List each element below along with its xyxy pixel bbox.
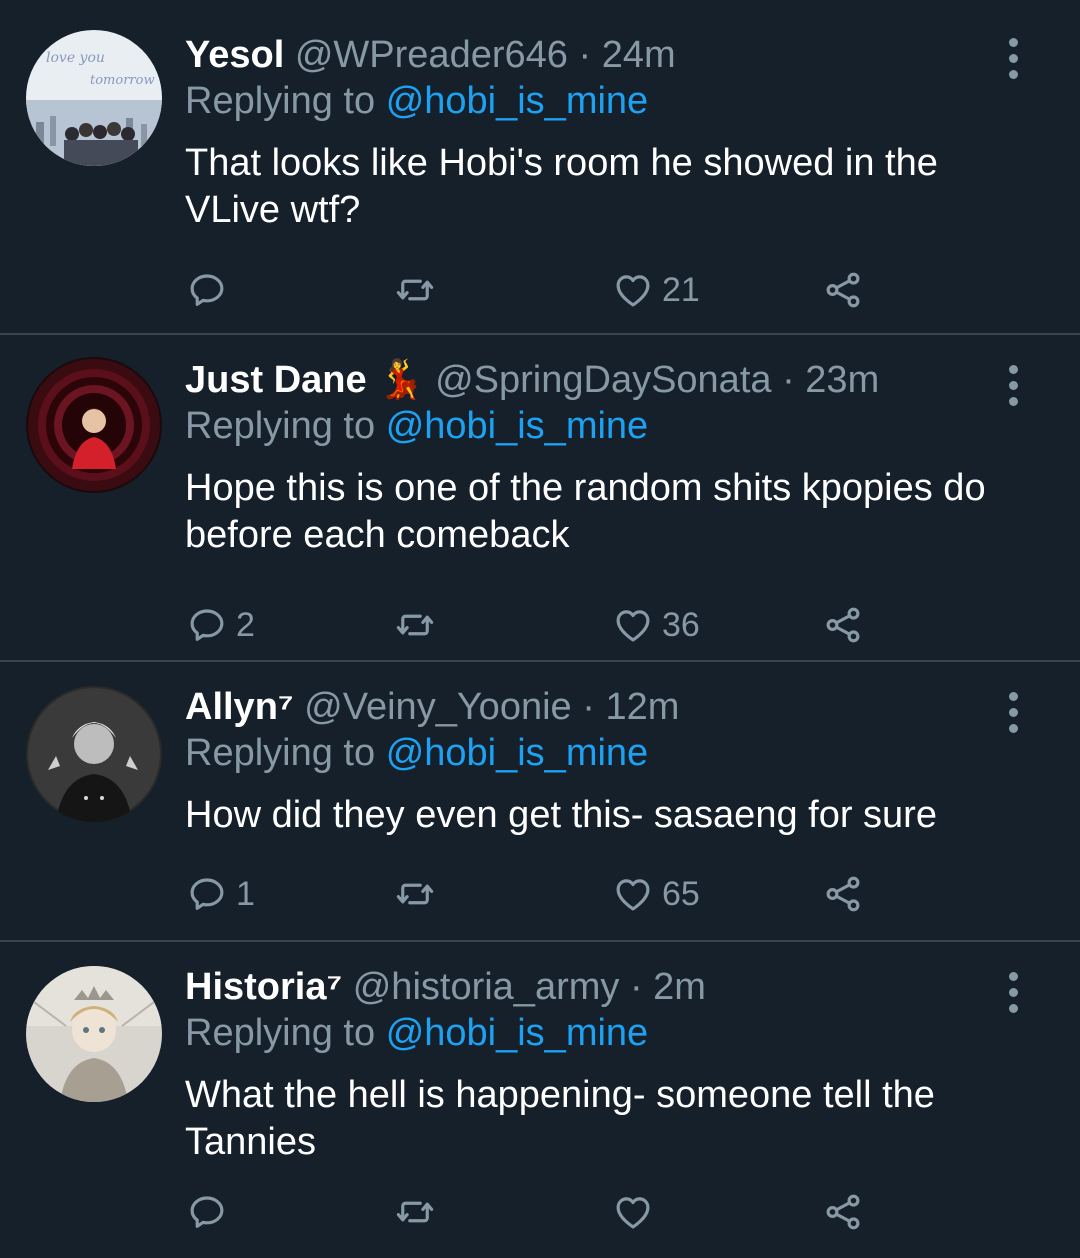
heart-icon [616, 610, 650, 642]
tweet-text: What the hell is happening- someone tell… [185, 1074, 935, 1163]
like-button[interactable]: 36 [612, 603, 700, 647]
tweet-header: Historia⁷ @historia_army · 2m [185, 964, 1010, 1010]
replying-to: Replying to @hobi_is_mine [185, 1010, 1010, 1056]
separator: · [578, 34, 592, 76]
share-button[interactable] [822, 872, 864, 916]
replying-to: Replying to @hobi_is_mine [185, 403, 1010, 449]
mention-link[interactable]: @hobi_is_mine [386, 732, 649, 774]
share-button[interactable] [822, 603, 864, 647]
mention-link[interactable]: @hobi_is_mine [386, 80, 649, 122]
more-vertical-icon[interactable] [1006, 365, 1020, 406]
reply-icon [190, 609, 224, 641]
retweet-icon [396, 883, 434, 905]
more-vertical-icon[interactable] [1006, 692, 1020, 733]
share-icon [826, 607, 860, 643]
tweet-body: Just Dane 💃 @SpringDaySonata · 23m Reply… [185, 357, 1010, 559]
display-name[interactable]: Yesol [185, 34, 284, 76]
display-name[interactable]: Just Dane [185, 359, 367, 401]
tweet-allyn[interactable]: Allyn⁷ @Veiny_Yoonie · 12m Replying to @… [0, 662, 1080, 942]
replying-to: Replying to @hobi_is_mine [185, 78, 1010, 124]
name-emoji: 💃 [377, 359, 425, 401]
mention-link[interactable]: @hobi_is_mine [386, 405, 649, 447]
timestamp[interactable]: 2m [653, 966, 706, 1008]
share-icon [826, 876, 860, 912]
reply-button[interactable] [186, 268, 236, 312]
avatar-text-top: love you [46, 50, 105, 66]
tweet-text: Hope this is one of the random shits kpo… [185, 467, 986, 556]
tweet-header: Allyn⁷ @Veiny_Yoonie · 12m [185, 684, 1010, 730]
replying-to-label: Replying to [185, 80, 376, 122]
tweet-text: That looks like Hobi's room he showed in… [185, 142, 938, 231]
reply-icon [190, 878, 224, 910]
like-count: 65 [662, 874, 700, 913]
reply-button[interactable]: 2 [186, 603, 255, 647]
like-count: 36 [662, 605, 700, 644]
share-icon [826, 1194, 860, 1230]
share-button[interactable] [822, 268, 864, 312]
replying-to-label: Replying to [185, 732, 376, 774]
mention-link[interactable]: @hobi_is_mine [386, 1012, 649, 1054]
reply-count: 1 [236, 874, 255, 913]
retweet-button[interactable] [394, 603, 436, 647]
like-button[interactable]: 21 [612, 268, 700, 312]
separator: · [629, 966, 643, 1008]
heart-icon [616, 275, 650, 307]
user-handle[interactable]: @SpringDaySonata [435, 359, 771, 401]
timestamp[interactable]: 24m [602, 34, 676, 76]
like-button[interactable]: 65 [612, 872, 700, 916]
like-button[interactable] [612, 1190, 662, 1234]
replying-to-label: Replying to [185, 405, 376, 447]
user-handle[interactable]: @historia_army [353, 966, 620, 1008]
tweet-body: Historia⁷ @historia_army · 2m Replying t… [185, 964, 1010, 1166]
user-handle[interactable]: @Veiny_Yoonie [304, 686, 572, 728]
tweet-actions [186, 1190, 880, 1234]
retweet-button[interactable] [394, 268, 436, 312]
retweet-icon [396, 614, 434, 636]
replying-to-label: Replying to [185, 1012, 376, 1054]
more-vertical-icon[interactable] [1006, 38, 1020, 79]
tweet-body: Yesol @WPreader646 · 24m Replying to @ho… [185, 32, 1010, 234]
tweet-header: Just Dane 💃 @SpringDaySonata · 23m [185, 357, 1010, 403]
retweet-button[interactable] [394, 872, 436, 916]
separator: · [582, 686, 595, 728]
user-handle[interactable]: @WPreader646 [295, 34, 568, 76]
retweet-icon [396, 1201, 434, 1223]
retweet-button[interactable] [394, 1190, 436, 1234]
tweet-historia[interactable]: Historia⁷ @historia_army · 2m Replying t… [0, 942, 1080, 1258]
share-button[interactable] [822, 1190, 864, 1234]
reply-count: 2 [236, 605, 255, 644]
more-vertical-icon[interactable] [1006, 972, 1020, 1013]
tweet-header: Yesol @WPreader646 · 24m [185, 32, 1010, 78]
separator: · [782, 359, 795, 401]
tweet-just-dane[interactable]: Just Dane 💃 @SpringDaySonata · 23m Reply… [0, 335, 1080, 662]
replying-to: Replying to @hobi_is_mine [185, 730, 1010, 776]
timestamp[interactable]: 23m [805, 359, 879, 401]
like-count: 21 [662, 270, 700, 309]
display-name[interactable]: Allyn⁷ [185, 686, 294, 728]
tweet-yesol[interactable]: love you tomorrow Yesol @WPreader646 · 2… [0, 0, 1080, 335]
reply-button[interactable] [186, 1190, 236, 1234]
tweet-text: How did they even get this- sasaeng for … [185, 794, 937, 836]
share-icon [826, 272, 860, 308]
avatar[interactable] [26, 966, 162, 1102]
timestamp[interactable]: 12m [605, 686, 679, 728]
reply-icon [190, 274, 224, 306]
avatar[interactable] [26, 686, 162, 822]
avatar-text-bottom: tomorrow [90, 73, 155, 88]
tweet-actions: 2 36 [186, 603, 880, 647]
heart-icon [616, 879, 650, 911]
tweet-actions: 21 [186, 268, 880, 312]
avatar[interactable]: love you tomorrow [26, 30, 162, 166]
retweet-icon [396, 279, 434, 301]
reply-button[interactable]: 1 [186, 872, 255, 916]
avatar[interactable] [26, 357, 162, 493]
tweet-actions: 1 65 [186, 872, 880, 916]
reply-icon [190, 1196, 224, 1228]
heart-icon [616, 1197, 650, 1229]
tweet-body: Allyn⁷ @Veiny_Yoonie · 12m Replying to @… [185, 684, 1010, 839]
display-name[interactable]: Historia⁷ [185, 966, 342, 1008]
